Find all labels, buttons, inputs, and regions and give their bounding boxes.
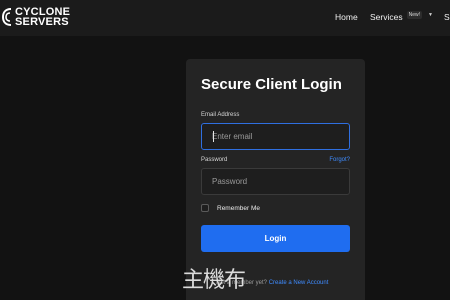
- page: CYCLONE SERVERS Home Services New! ▼ S S…: [0, 0, 450, 300]
- login-title: Secure Client Login: [201, 76, 342, 93]
- brand-name: CYCLONE SERVERS: [15, 7, 70, 28]
- brand-line-2: SERVERS: [15, 16, 69, 28]
- email-label: Email Address: [201, 112, 240, 118]
- login-button[interactable]: Login: [201, 225, 350, 252]
- top-navbar: CYCLONE SERVERS Home Services New! ▼ S: [0, 0, 450, 36]
- create-account-link[interactable]: Create a New Account: [269, 280, 329, 286]
- remember-me-label[interactable]: Remember Me: [217, 205, 260, 212]
- password-label: Password: [201, 157, 228, 163]
- remember-me-row: Remember Me: [201, 204, 260, 212]
- remember-me-checkbox[interactable]: [201, 204, 209, 212]
- forgot-password-link[interactable]: Forgot?: [329, 157, 350, 163]
- nav-services-label: Services: [370, 12, 403, 22]
- nav-services[interactable]: Services New! ▼: [370, 11, 433, 22]
- nav-home[interactable]: Home: [335, 12, 358, 22]
- nav-item-truncated[interactable]: S: [444, 12, 450, 22]
- cyclone-logo-icon: [2, 8, 12, 26]
- new-badge: New!: [406, 11, 422, 19]
- email-field[interactable]: [201, 123, 350, 150]
- watermark-text: 主機布: [182, 268, 246, 293]
- brand-logo[interactable]: CYCLONE SERVERS: [2, 7, 70, 28]
- chevron-down-icon: ▼: [428, 12, 433, 18]
- text-caret: [213, 131, 214, 142]
- password-field[interactable]: [201, 168, 350, 195]
